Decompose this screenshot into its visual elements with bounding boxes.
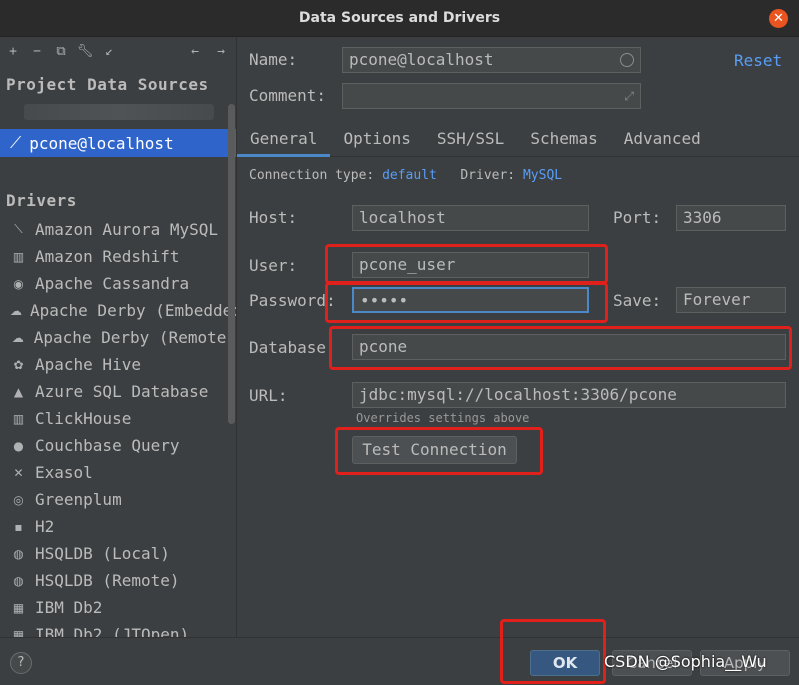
datasource-label: pcone@localhost: [29, 133, 174, 153]
test-connection-button[interactable]: Test Connection: [352, 436, 517, 464]
hsqldb-icon: ◍: [13, 573, 24, 588]
url-input[interactable]: jdbc:mysql://localhost:3306/pcone: [352, 382, 786, 408]
clickhouse-icon: ▥: [12, 411, 25, 426]
datasource-item-pcone[interactable]: ⟋ pcone@localhost: [0, 129, 236, 157]
comment-input[interactable]: ⤢: [342, 83, 641, 109]
main-panel: Name: pcone@localhost Reset Comment: ⤢ G…: [237, 37, 799, 637]
sidebar: + − ⧉ 🔧︎ ↙ ← → Project Data Sources ⟋ pc…: [0, 37, 237, 637]
connection-type-link[interactable]: default: [382, 168, 437, 183]
title-bar: Data Sources and Drivers ✕: [0, 0, 799, 37]
drivers-heading: Drivers: [6, 191, 77, 210]
save-label: Save:: [613, 291, 662, 310]
hsqldb-icon: ◍: [13, 546, 24, 561]
greenplum-icon: ◎: [13, 492, 24, 507]
sidebar-scrollbar[interactable]: [228, 104, 235, 424]
copy-icon[interactable]: ⧉: [52, 42, 70, 60]
tab-general[interactable]: General: [237, 125, 331, 157]
password-input[interactable]: •••••: [352, 287, 589, 313]
tab-advanced[interactable]: Advanced: [611, 125, 714, 156]
driver-item[interactable]: ◍ HSQLDB (Local): [0, 540, 236, 567]
help-icon[interactable]: ?: [10, 652, 32, 674]
mysql-icon: ⟋: [10, 133, 22, 152]
save-select[interactable]: Forever: [676, 287, 786, 313]
user-input[interactable]: pcone_user: [352, 252, 589, 278]
redshift-icon: ▥: [12, 249, 25, 264]
user-label: User:: [249, 256, 298, 275]
driver-item[interactable]: ◉ Apache Cassandra: [0, 270, 236, 297]
db2-icon: ▦: [12, 600, 25, 615]
driver-list: ⟍ Amazon Aurora MySQL ▥ Amazon Redshift ◉ A…: [0, 216, 236, 637]
tab-ssh-ssl[interactable]: SSH/SSL: [424, 125, 517, 156]
forward-arrow-icon[interactable]: →: [212, 42, 230, 60]
reset-link[interactable]: Reset: [734, 51, 782, 70]
minus-icon[interactable]: −: [28, 42, 46, 60]
database-input[interactable]: pcone: [352, 334, 786, 360]
cassandra-icon: ◉: [13, 276, 24, 291]
driver-link[interactable]: MySQL: [523, 168, 562, 183]
driver-item[interactable]: ▪ H2: [0, 513, 236, 540]
url-hint: Overrides settings above: [356, 411, 530, 425]
blurred-content: [24, 104, 214, 120]
driver-item[interactable]: ● Couchbase Query: [0, 432, 236, 459]
sidebar-toolbar: + − ⧉ 🔧︎ ↙ ← →: [0, 37, 236, 65]
tab-bar: General Options SSH/SSL Schemas Advanced: [237, 125, 799, 157]
derby-icon: ☁: [10, 303, 22, 318]
db2-icon: ▦: [12, 627, 25, 638]
hive-icon: ✿: [13, 357, 24, 372]
tab-schemas[interactable]: Schemas: [517, 125, 610, 156]
project-data-sources-heading: Project Data Sources: [6, 75, 209, 94]
port-label: Port:: [613, 208, 662, 227]
driver-item[interactable]: ▦ IBM Db2 (JTOpen): [0, 621, 236, 637]
tab-options[interactable]: Options: [330, 125, 423, 156]
host-input[interactable]: localhost: [352, 205, 589, 231]
derby-icon: ☁: [11, 330, 24, 345]
driver-item[interactable]: ✕ Exasol: [0, 459, 236, 486]
connection-type-label: Connection type:: [249, 168, 375, 183]
azure-icon: ▲: [13, 384, 24, 399]
window-title: Data Sources and Drivers: [298, 10, 501, 26]
name-input[interactable]: pcone@localhost: [342, 47, 641, 73]
driver-item[interactable]: ▲ Azure SQL Database: [0, 378, 236, 405]
port-input[interactable]: 3306: [676, 205, 786, 231]
driver-item[interactable]: ⟍ Amazon Aurora MySQL: [0, 216, 236, 243]
driver-item[interactable]: ▥ ClickHouse: [0, 405, 236, 432]
password-label: Password:: [249, 291, 336, 310]
host-label: Host:: [249, 208, 298, 227]
driver-item[interactable]: ▦ IBM Db2: [0, 594, 236, 621]
exasol-icon: ✕: [13, 465, 24, 480]
expand-icon[interactable]: ⤢: [624, 84, 634, 108]
aurora-icon: ⟍: [14, 222, 23, 236]
url-label: URL:: [249, 386, 288, 405]
add-icon[interactable]: +: [4, 42, 22, 60]
name-label: Name:: [249, 50, 298, 69]
comment-label: Comment:: [249, 86, 327, 105]
couchbase-icon: ●: [13, 438, 24, 453]
connection-info: Connection type: default Driver: MySQL: [249, 168, 562, 183]
driver-item[interactable]: ▥ Amazon Redshift: [0, 243, 236, 270]
close-icon[interactable]: ✕: [769, 9, 788, 28]
driver-item[interactable]: ☁ Apache Derby (Remote): [0, 324, 236, 351]
ok-button[interactable]: OK: [530, 650, 600, 676]
driver-item[interactable]: ◍ HSQLDB (Remote): [0, 567, 236, 594]
driver-item[interactable]: ◎ Greenplum: [0, 486, 236, 513]
database-label: Database:: [249, 338, 336, 357]
h2-icon: ▪: [14, 519, 23, 534]
watermark: CSDN @Sophia__Wu: [604, 652, 767, 671]
color-circle-icon[interactable]: [620, 53, 634, 67]
driver-item[interactable]: ☁ Apache Derby (Embedded): [0, 297, 236, 324]
import-icon[interactable]: ↙: [100, 42, 118, 60]
driver-label: Driver:: [460, 168, 516, 183]
driver-item[interactable]: ✿ Apache Hive: [0, 351, 236, 378]
wrench-icon[interactable]: 🔧︎: [76, 42, 94, 60]
back-arrow-icon[interactable]: ←: [186, 42, 204, 60]
